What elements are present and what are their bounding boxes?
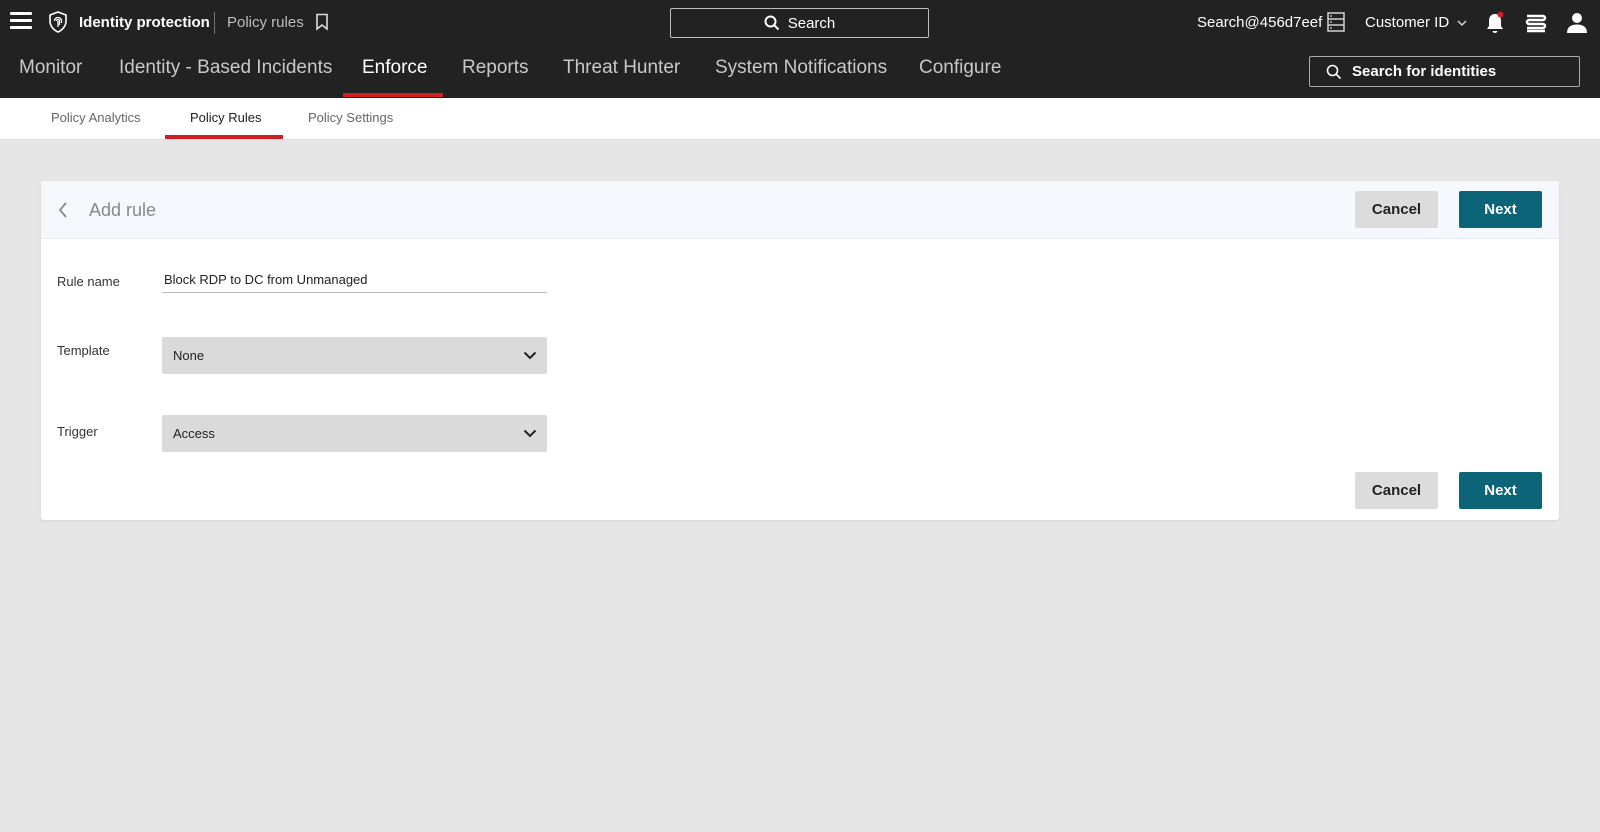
template-select[interactable]: None xyxy=(162,337,547,374)
add-rule-card: Add rule Cancel Next Rule name Template … xyxy=(41,181,1559,520)
cancel-button-bottom[interactable]: Cancel xyxy=(1355,472,1438,509)
chevron-down-icon xyxy=(1457,20,1467,26)
user-profile-icon[interactable] xyxy=(1566,12,1588,34)
top-bar: Identity protection Policy rules Search … xyxy=(0,0,1600,43)
rule-name-label: Rule name xyxy=(57,274,120,289)
nav-item-monitor[interactable]: Monitor xyxy=(19,57,82,79)
search-icon xyxy=(764,15,779,31)
template-selected-value: None xyxy=(173,348,205,363)
nav-item-reports[interactable]: Reports xyxy=(462,57,529,79)
next-button-top[interactable]: Next xyxy=(1459,191,1542,228)
chevron-down-icon xyxy=(523,429,537,438)
customer-id-label: Customer ID xyxy=(1365,14,1450,31)
apps-stack-icon[interactable] xyxy=(1525,13,1547,33)
bookmark-icon[interactable] xyxy=(315,13,329,31)
tab-policy-analytics[interactable]: Policy Analytics xyxy=(51,110,141,125)
chevron-down-icon xyxy=(523,351,537,360)
cancel-button-top[interactable]: Cancel xyxy=(1355,191,1438,228)
page-title: Add rule xyxy=(89,200,157,220)
global-search-button[interactable]: Search xyxy=(670,8,929,38)
sub-nav: Policy Analytics Policy Rules Policy Set… xyxy=(0,98,1600,140)
card-header: Add rule Cancel Next xyxy=(41,181,1559,239)
global-search-label: Search xyxy=(787,14,836,32)
trigger-select[interactable]: Access xyxy=(162,415,547,452)
customer-id-dropdown[interactable]: Customer ID xyxy=(1365,14,1467,31)
nav-item-system-notifications[interactable]: System Notifications xyxy=(715,57,887,79)
identity-search-placeholder: Search for identities xyxy=(1352,63,1497,80)
header-divider xyxy=(214,12,215,34)
tab-policy-rules[interactable]: Policy Rules xyxy=(190,110,262,125)
app-title[interactable]: Identity protection xyxy=(79,14,210,31)
rule-name-input[interactable] xyxy=(162,267,547,293)
active-tab-indicator xyxy=(165,135,283,139)
fingerprint-shield-logo-icon xyxy=(49,11,67,33)
chevron-left-icon[interactable] xyxy=(57,201,69,219)
search-icon xyxy=(1326,64,1342,79)
hamburger-menu-icon[interactable] xyxy=(10,12,32,30)
template-label: Template xyxy=(57,343,110,358)
notification-bell-icon[interactable] xyxy=(1484,11,1506,35)
active-nav-indicator xyxy=(343,93,443,97)
tab-policy-settings[interactable]: Policy Settings xyxy=(308,110,393,125)
server-icon[interactable] xyxy=(1327,12,1345,32)
next-button-bottom[interactable]: Next xyxy=(1459,472,1542,509)
user-email: Search@456d7eef xyxy=(1197,14,1323,31)
breadcrumb: Policy rules xyxy=(227,14,304,31)
identity-search-input[interactable]: Search for identities xyxy=(1309,56,1580,87)
nav-item-identity-based-incidents[interactable]: Identity - Based Incidents xyxy=(119,57,332,79)
trigger-label: Trigger xyxy=(57,424,98,439)
nav-item-threat-hunter[interactable]: Threat Hunter xyxy=(563,57,680,79)
trigger-selected-value: Access xyxy=(173,426,215,441)
nav-item-configure[interactable]: Configure xyxy=(919,57,1001,79)
nav-item-enforce[interactable]: Enforce xyxy=(362,57,427,79)
